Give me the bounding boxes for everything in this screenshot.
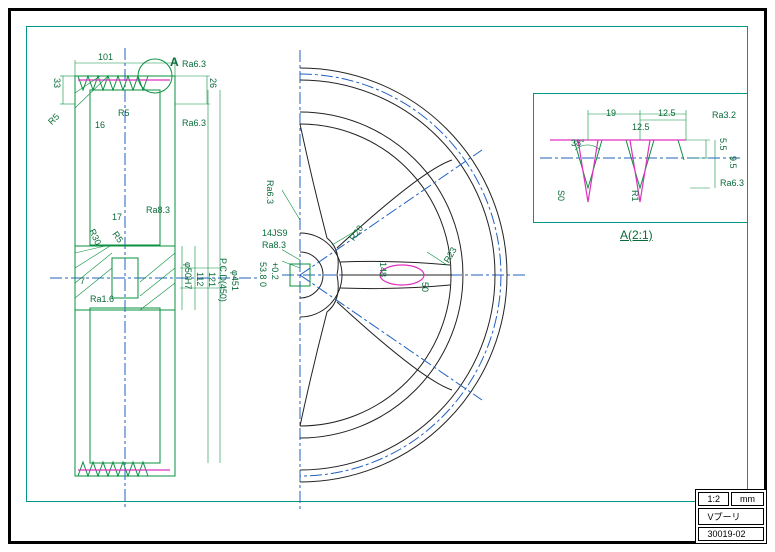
dim-121: 121 (207, 272, 217, 287)
detail-marker-a: A (170, 55, 179, 69)
dim-101: 101 (98, 52, 113, 62)
det-r1: R1 (630, 190, 640, 202)
dim-key7: 7 (80, 276, 85, 286)
detail-label: A(2:1) (620, 228, 653, 242)
front-ra83: Ra8.3 (262, 240, 286, 250)
scale-label: 1:2 (698, 492, 729, 506)
unit-label: mm (731, 492, 764, 506)
det-95: 9.5 (728, 156, 738, 169)
dim-26: 26 (208, 78, 218, 88)
det-125b: 12.5 (632, 122, 650, 132)
dim-16: 16 (95, 120, 105, 130)
part-name: Vプーリ (698, 508, 764, 525)
detail-a-view (540, 100, 740, 215)
det-ra32: Ra3.2 (712, 110, 736, 120)
surf-ra16: Ra1.6 (90, 294, 114, 304)
drawing-number: 30019-02 (698, 527, 764, 541)
dim-R5b: R5 (118, 108, 130, 118)
surf-ra83: Ra8.3 (146, 205, 170, 215)
dim-17: 17 (112, 212, 122, 222)
dim-451: φ451 (230, 270, 240, 291)
dim-112: 112 (195, 272, 205, 286)
surf-ra63-1: Ra6.3 (182, 59, 206, 69)
front-50: 50 (420, 282, 430, 292)
front-key: 14JS9 (262, 228, 288, 238)
front-view (282, 50, 527, 510)
det-ra63: Ra6.3 (720, 178, 744, 188)
front-tol: +0.2 (270, 262, 280, 280)
det-19: 19 (606, 108, 616, 118)
front-148: 148 (378, 262, 388, 277)
dim-50h7: φ50H7 (183, 262, 193, 289)
front-538: 53.8 0 (258, 262, 268, 287)
front-ra63: Ra6.3 (265, 180, 275, 204)
surf-ra63-2: Ra6.3 (182, 118, 206, 128)
dim-pcd: P.C.D(450) (218, 258, 228, 302)
det-ang: 38° (571, 138, 585, 148)
det-s0: S0 (556, 190, 566, 201)
title-block: 1:2mm Vプーリ 30019-02 (695, 489, 767, 544)
dim-33: 33 (52, 78, 62, 88)
det-55: 5.5 (718, 138, 728, 151)
det-125a: 12.5 (658, 108, 676, 118)
